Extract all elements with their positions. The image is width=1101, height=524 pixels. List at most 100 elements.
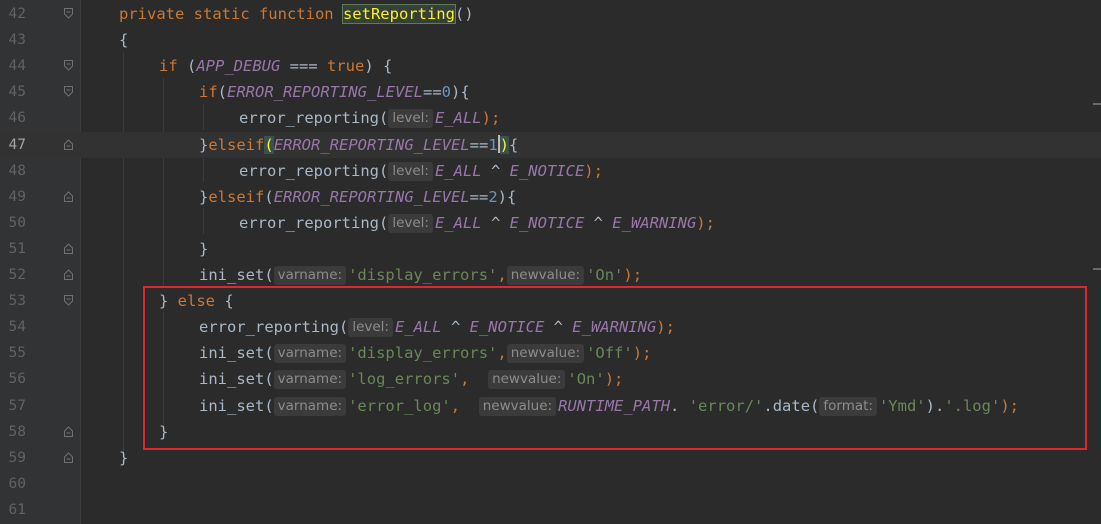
code-editor[interactable]: 42 private static function setReporting()… (0, 0, 1101, 524)
fold-close-icon[interactable] (64, 425, 73, 437)
line-number: 47 (8, 136, 26, 153)
code-text: error_reporting(level: E_ALL ^ E_NOTICE); (239, 158, 603, 184)
line-number: 52 (8, 267, 26, 283)
code-token: E_ALL (434, 161, 482, 180)
line-number: 45 (8, 84, 26, 101)
code-token: E_NOTICE (509, 161, 585, 180)
fold-open-icon[interactable] (64, 60, 73, 71)
code-token: if (159, 57, 178, 76)
code-token: ); (481, 109, 501, 128)
fold-close-icon[interactable] (64, 190, 73, 202)
fold-close-icon[interactable] (64, 269, 73, 280)
parameter-hint: level: (388, 213, 433, 233)
line-number: 58 (8, 423, 26, 440)
code-token: setReporting (341, 4, 456, 24)
line-number: 55 (8, 345, 26, 362)
code-token: } (199, 187, 209, 206)
code-token: 0 (441, 83, 451, 102)
code-text: ini_set(varname:'display_errors', newvalu… (199, 262, 642, 288)
code-line[interactable]: 46 error_reporting(level: E_ALL); (0, 105, 1101, 131)
line-number: 49 (8, 188, 26, 205)
code-line[interactable]: 42 private static function setReporting() (0, 1, 1101, 27)
code-token: ^ (481, 161, 510, 180)
code-token: ini_set( (199, 266, 274, 284)
code-line[interactable]: 60 (0, 471, 1101, 497)
line-number: 46 (8, 110, 26, 127)
code-text: } (199, 236, 208, 262)
code-line[interactable]: 52 ini_set(varname:'display_errors', newva… (0, 262, 1101, 288)
code-line[interactable]: 51} (0, 236, 1101, 262)
code-token: ); (623, 266, 643, 284)
code-line[interactable]: 47 }elseif(ERROR_REPORTING_LEVEL==1){ (0, 131, 1101, 158)
code-token: ERROR_REPORTING_LEVEL (273, 135, 470, 154)
code-token: ) (499, 135, 510, 154)
code-token: ERROR_REPORTING_LEVEL (227, 83, 423, 102)
code-token: ^ (481, 213, 510, 232)
parameter-hint: level: (388, 161, 433, 181)
code-token: elseif (208, 135, 265, 154)
code-line[interactable]: 49 }elseif(ERROR_REPORTING_LEVEL==2){ (0, 184, 1101, 210)
code-line[interactable]: 48 error_reporting(level: E_ALL ^ E_NOTICE… (0, 158, 1101, 184)
code-token: == (422, 83, 442, 102)
line-number: 42 (8, 6, 26, 22)
line-number: 51 (8, 240, 26, 257)
code-token: true (327, 57, 365, 76)
fold-open-icon[interactable] (64, 86, 73, 98)
code-token: ( (264, 135, 274, 154)
line-number: 57 (8, 397, 26, 414)
code-token: ^ (584, 213, 613, 232)
code-token: 'display_errors' (348, 266, 498, 284)
code-text: if(ERROR_REPORTING_LEVEL==0){ (199, 79, 470, 105)
code-text: }elseif(ERROR_REPORTING_LEVEL==2){ (199, 184, 516, 210)
code-token: E_ALL (434, 213, 482, 232)
fold-close-icon[interactable] (64, 138, 73, 150)
code-token: { (119, 31, 129, 50)
line-number: 56 (8, 371, 26, 388)
code-token: ){ (451, 83, 470, 102)
line-number: 48 (8, 162, 26, 179)
line-number: 59 (8, 449, 26, 466)
line-number: 54 (8, 319, 26, 336)
line-number: 60 (8, 475, 26, 492)
code-line[interactable]: 45 if(ERROR_REPORTING_LEVEL==0){ (0, 79, 1101, 105)
code-token: === (280, 57, 328, 76)
code-token: , (497, 266, 507, 284)
code-token: elseif (208, 187, 265, 206)
code-token: private static function (119, 5, 343, 23)
fold-close-icon[interactable] (64, 243, 73, 254)
code-token: == (469, 187, 489, 206)
code-token: error_reporting( (239, 213, 389, 232)
code-token: APP_DEBUG (196, 57, 281, 76)
line-number: 44 (8, 58, 26, 75)
code-token: 'On' (586, 266, 624, 284)
code-token: E_NOTICE (509, 213, 585, 232)
code-token: ERROR_REPORTING_LEVEL (273, 187, 470, 206)
fold-open-icon[interactable] (64, 8, 73, 19)
fold-open-icon[interactable] (64, 295, 73, 306)
fold-close-icon[interactable] (64, 451, 73, 463)
code-line[interactable]: 43 { (0, 27, 1101, 53)
code-text: } (119, 445, 128, 471)
code-text: { (119, 27, 128, 53)
code-token: 2 (488, 187, 498, 206)
code-token: ( (217, 83, 228, 102)
code-token: error_reporting( (239, 109, 389, 128)
code-text: if (APP_DEBUG === true) { (159, 53, 392, 79)
code-line[interactable]: 61 (0, 497, 1101, 523)
line-number: 53 (8, 293, 26, 310)
code-token: == (469, 135, 489, 154)
code-token: 1 (488, 135, 498, 154)
code-token: } (119, 448, 129, 467)
code-token: } (199, 239, 209, 258)
parameter-hint: level: (388, 109, 433, 129)
code-token: () (454, 5, 474, 23)
code-token: ){ (497, 187, 517, 206)
annotation-highlight-box (143, 286, 1087, 450)
code-token: ) { (364, 57, 393, 76)
code-token: ( (177, 57, 197, 76)
code-line[interactable]: 50 error_reporting(level: E_ALL ^ E_NOTICE… (0, 210, 1101, 236)
code-text: }elseif(ERROR_REPORTING_LEVEL==1){ (199, 132, 518, 158)
code-line[interactable]: 44 if (APP_DEBUG === true) { (0, 53, 1101, 79)
code-token: if (199, 83, 218, 102)
code-text: error_reporting(level: E_ALL ^ E_NOTICE ^… (239, 210, 715, 236)
